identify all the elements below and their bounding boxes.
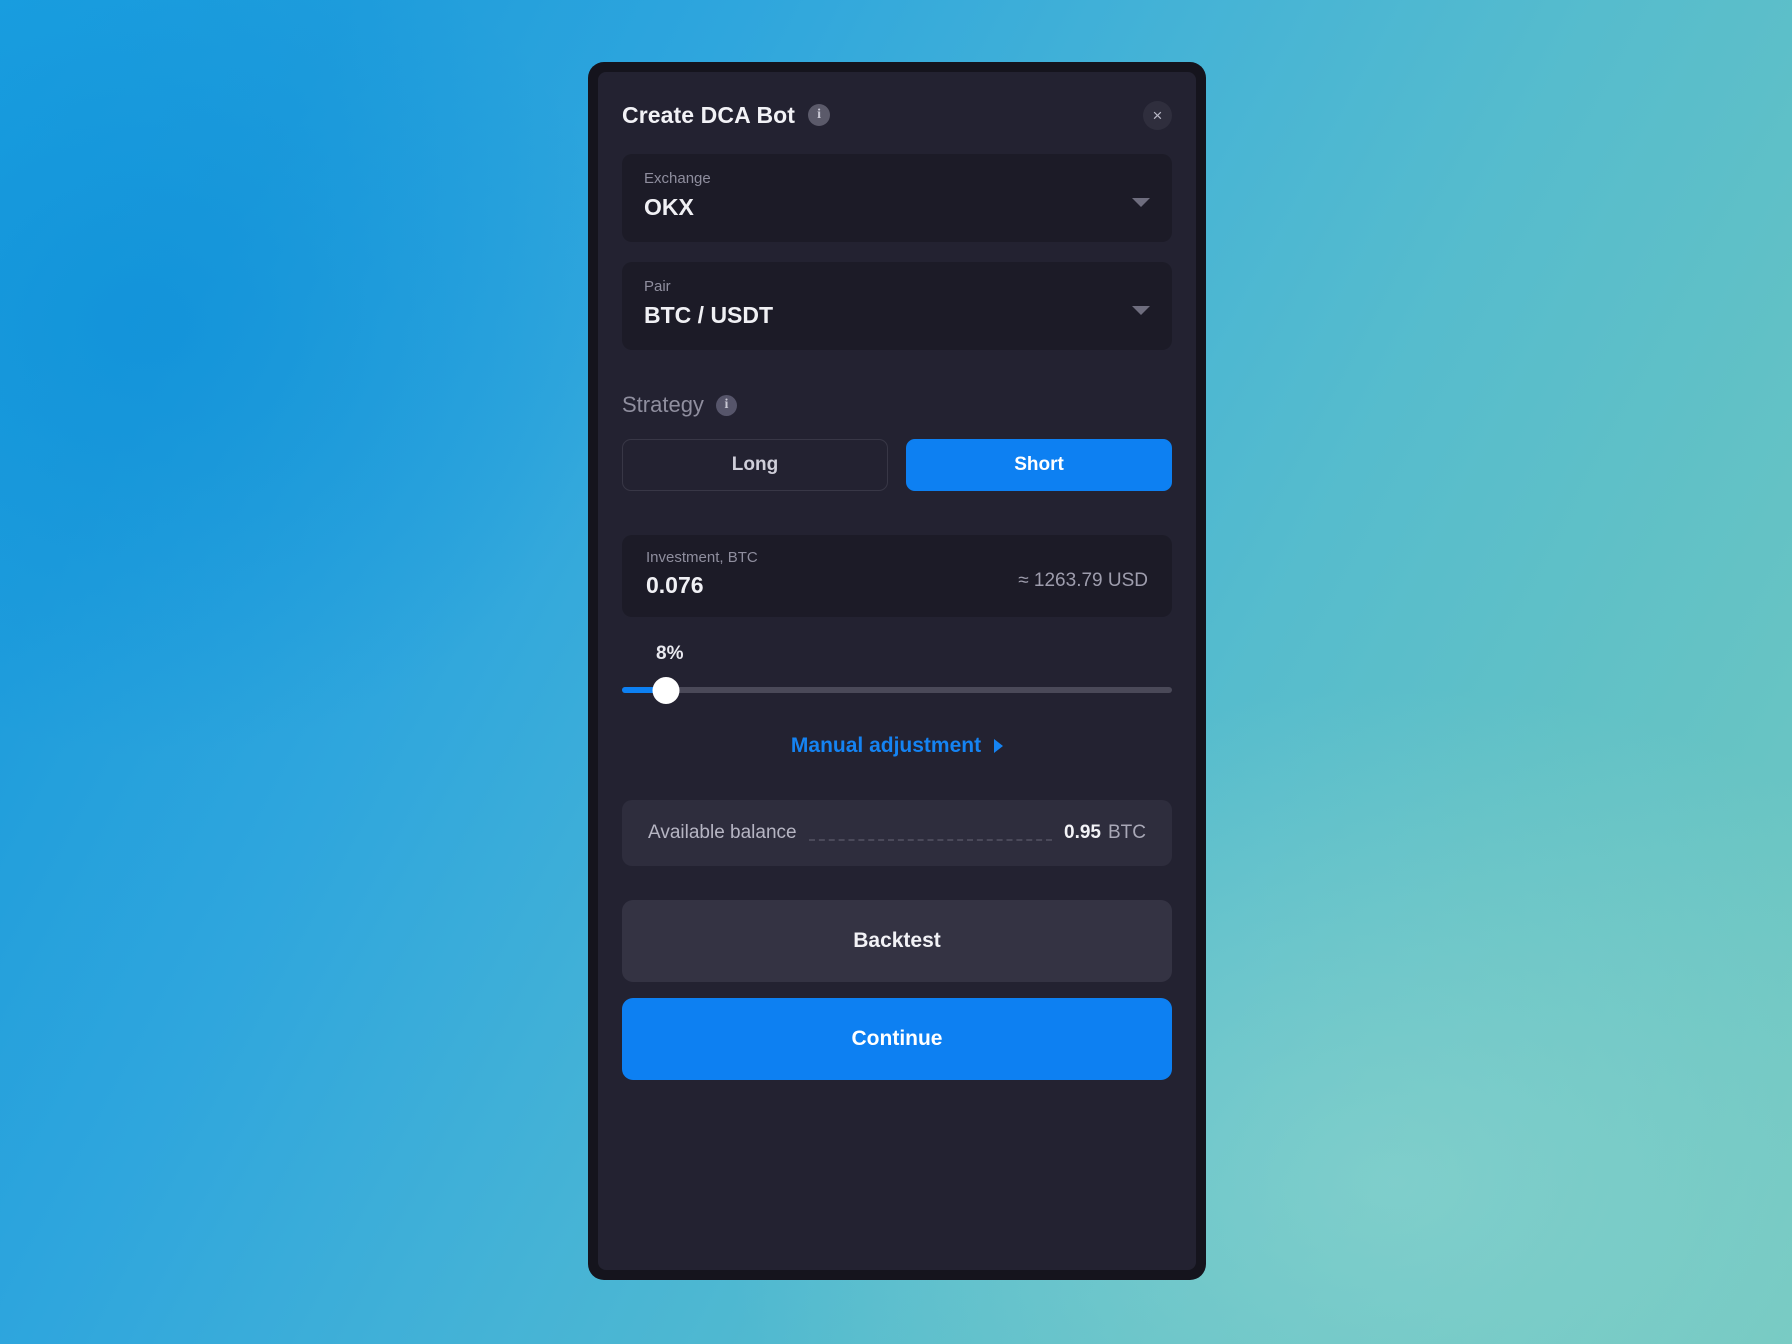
- slider-track[interactable]: [622, 687, 1172, 693]
- slider-thumb[interactable]: [652, 676, 680, 704]
- manual-adjustment-link[interactable]: Manual adjustment: [622, 734, 1172, 758]
- pair-label: Pair: [644, 278, 671, 295]
- investment-input-wrap: Investment, BTC 0.076: [646, 549, 758, 599]
- chevron-right-icon: [994, 739, 1004, 753]
- chevron-down-icon: [1132, 306, 1150, 315]
- investment-label: Investment, BTC: [646, 549, 758, 566]
- investment-percent-slider-block: 8%: [622, 643, 1172, 704]
- pair-select[interactable]: Pair BTC / USDT: [622, 262, 1172, 350]
- close-icon[interactable]: ×: [1143, 100, 1172, 130]
- chevron-down-icon: [1132, 198, 1150, 207]
- modal-border-frame: Create DCA Bot i × Exchange OKX Pair BTC…: [588, 62, 1206, 1280]
- available-balance-unit: BTC: [1108, 822, 1146, 843]
- leader-dots: [808, 839, 1053, 841]
- available-balance-amount: 0.95: [1064, 822, 1101, 843]
- continue-button[interactable]: Continue: [622, 998, 1172, 1080]
- backtest-button[interactable]: Backtest: [622, 900, 1172, 982]
- title-info-icon[interactable]: i: [808, 104, 831, 126]
- create-dca-bot-dialog: Create DCA Bot i × Exchange OKX Pair BTC…: [598, 72, 1196, 1270]
- investment-input[interactable]: 0.076: [646, 572, 758, 599]
- exchange-select[interactable]: Exchange OKX: [622, 154, 1172, 242]
- exchange-label: Exchange: [644, 170, 711, 187]
- manual-adjustment-label: Manual adjustment: [790, 734, 982, 757]
- strategy-option-short[interactable]: Short: [906, 439, 1172, 491]
- dialog-header: Create DCA Bot i ×: [622, 98, 1172, 132]
- exchange-value: OKX: [644, 194, 694, 220]
- strategy-toggle-group: Long Short: [622, 439, 1172, 491]
- investment-input-group[interactable]: Investment, BTC 0.076 ≈ 1263.79 USD: [622, 535, 1172, 617]
- page-title: Create DCA Bot: [622, 101, 796, 128]
- investment-usd-equivalent: ≈ 1263.79 USD: [1018, 570, 1148, 591]
- strategy-option-long[interactable]: Long: [622, 439, 888, 491]
- available-balance-label: Available balance: [648, 822, 797, 843]
- slider-track-area[interactable]: [622, 676, 1172, 704]
- available-balance-row: Available balance 0.95 BTC: [622, 800, 1172, 866]
- slider-value-label: 8%: [656, 643, 684, 664]
- strategy-section-header: Strategy i: [622, 392, 1172, 418]
- strategy-info-icon[interactable]: i: [715, 394, 737, 416]
- strategy-label: Strategy: [622, 392, 704, 417]
- pair-value: BTC / USDT: [644, 302, 774, 328]
